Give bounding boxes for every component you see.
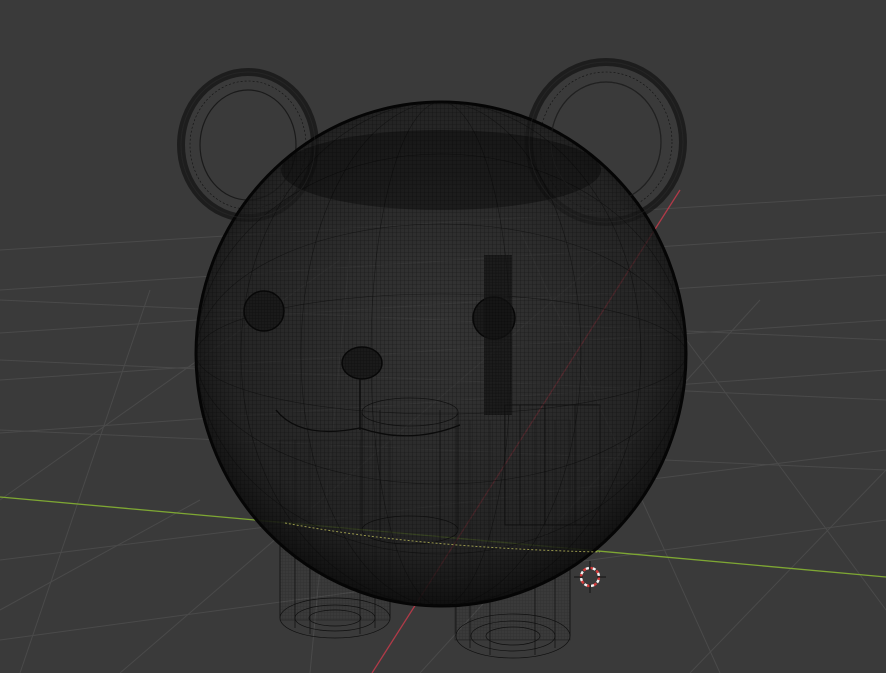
viewport-canvas[interactable] bbox=[0, 0, 886, 673]
nose[interactable] bbox=[341, 346, 383, 380]
mesh-strip bbox=[484, 255, 512, 415]
left-eye[interactable] bbox=[243, 290, 285, 332]
3d-cursor-icon[interactable] bbox=[574, 561, 606, 593]
3d-viewport[interactable] bbox=[0, 0, 886, 673]
bear-head[interactable] bbox=[194, 100, 688, 608]
